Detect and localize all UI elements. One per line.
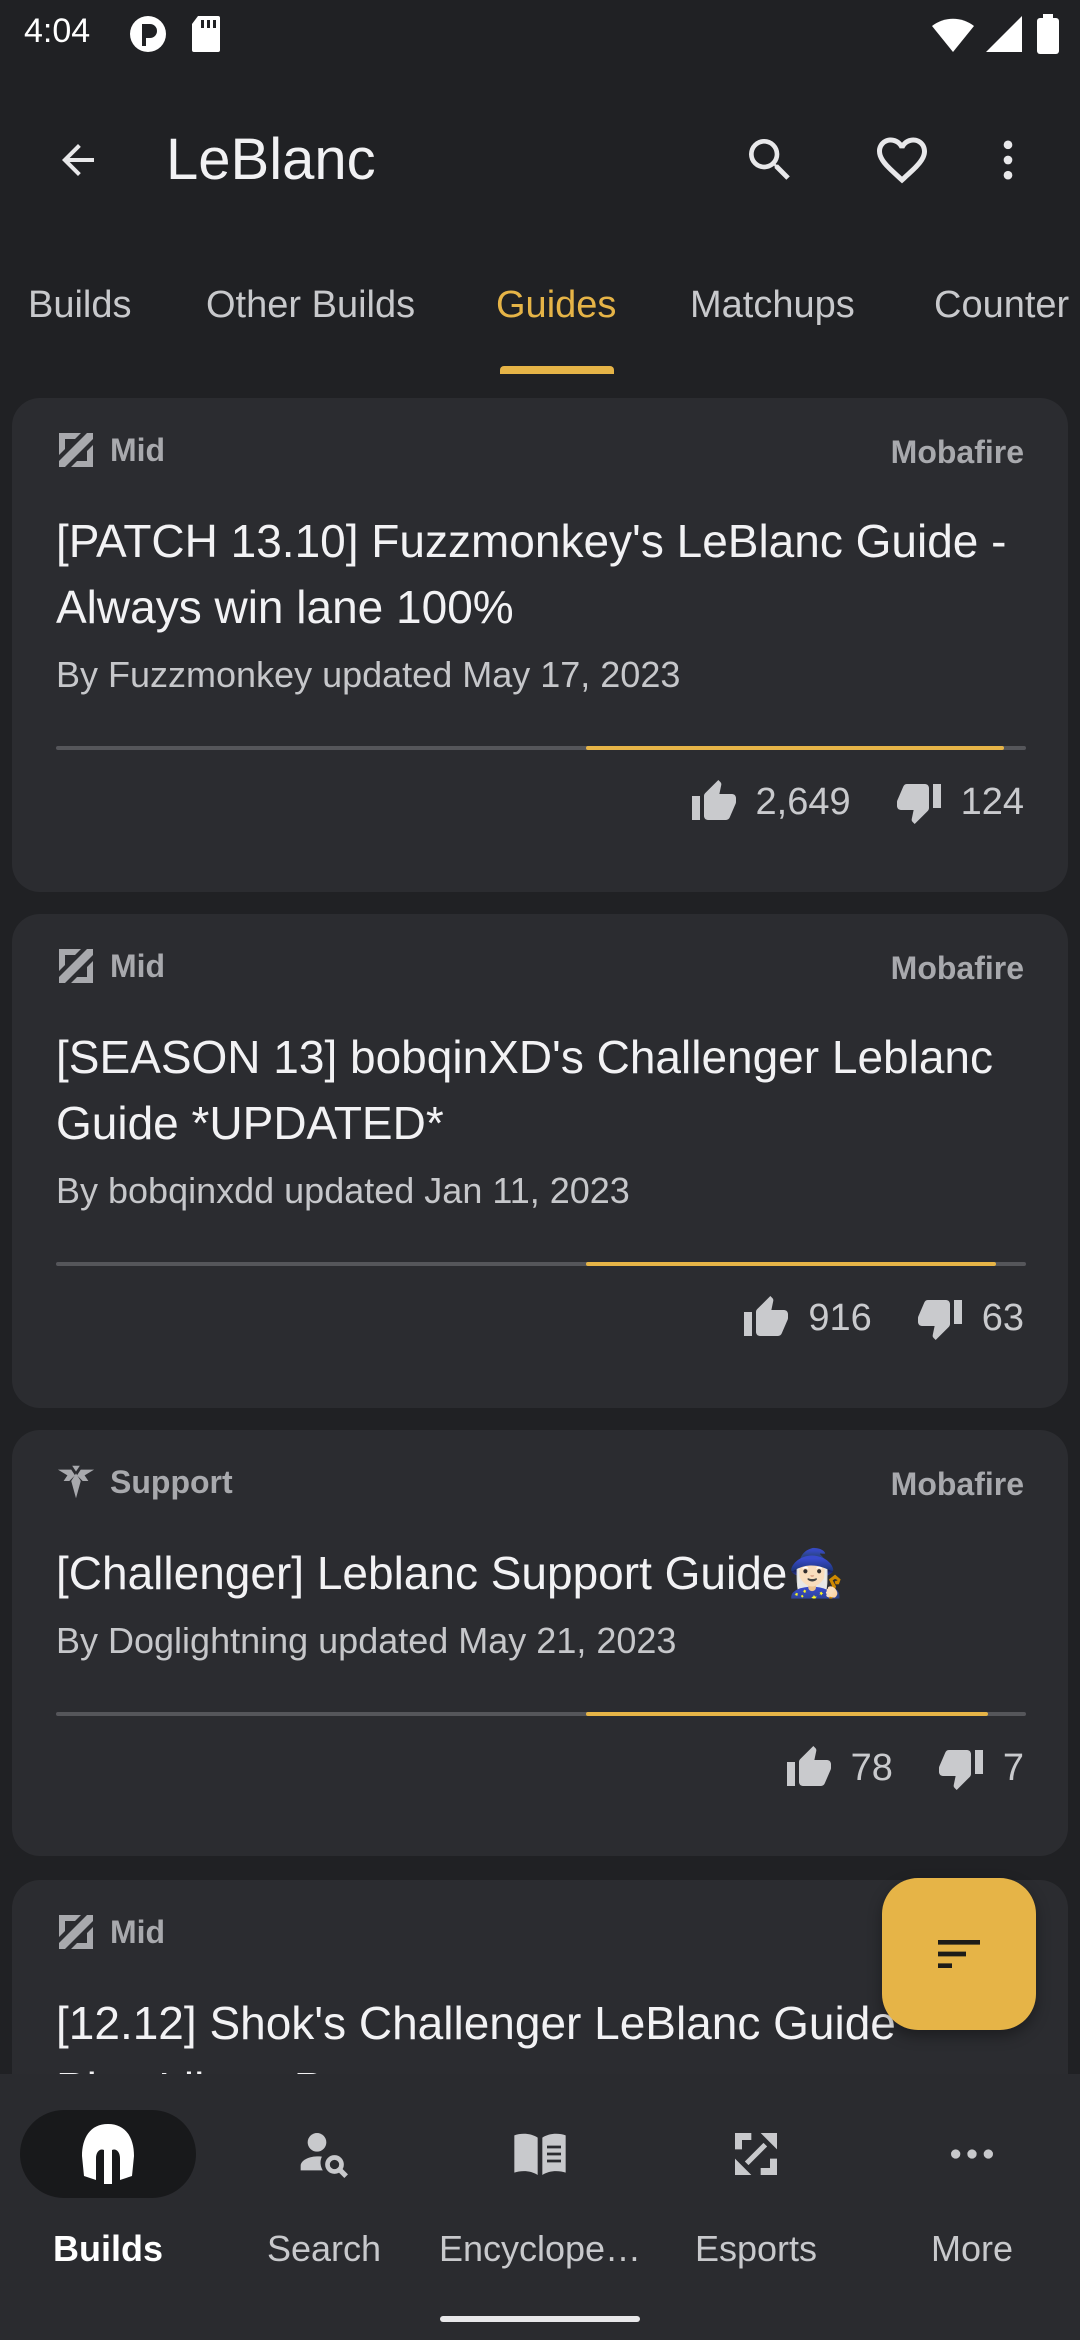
guide-author: By Fuzzmonkey updated May 17, 2023: [56, 654, 681, 695]
nav-item-search[interactable]: Search: [216, 2110, 432, 2290]
upvote-count: 78: [850, 1746, 893, 1789]
nav-label: More: [930, 2228, 1014, 2269]
search-button[interactable]: [732, 122, 808, 198]
guide-list: Mid Mobafire [PATCH 13.10] Fuzzmonkey's …: [0, 398, 1080, 2074]
book-icon: [500, 2118, 580, 2190]
rating-bar-fill: [586, 1262, 996, 1266]
nav-label: Search: [266, 2228, 382, 2269]
esports-icon: [716, 2118, 796, 2190]
wifi-icon: [930, 14, 976, 59]
guide-role: Mid: [56, 944, 165, 988]
guide-role: Mid: [56, 428, 165, 472]
person-search-icon: [284, 2118, 364, 2190]
thumb-up-icon[interactable]: [785, 1744, 833, 1792]
vote-counts: 916 63: [742, 1290, 1024, 1346]
tab-bar: Builds Other Builds Guides Matchups Coun…: [0, 270, 1080, 374]
source-label: Mobafire: [890, 1466, 1024, 1502]
overflow-menu-button[interactable]: [982, 122, 1034, 198]
guide-author: By bobqinxdd updated Jan 11, 2023: [56, 1170, 630, 1211]
nav-label: Encyclope…: [438, 2228, 642, 2269]
guide-title: [PATCH 13.10] Fuzzmonkey's LeBlanc Guide…: [56, 515, 1007, 633]
thumb-down-icon[interactable]: [916, 1294, 964, 1342]
rating-bar-fill: [586, 1712, 988, 1716]
thumb-down-icon[interactable]: [895, 778, 943, 826]
signal-icon: [984, 14, 1024, 59]
rating-bar: [56, 1262, 1026, 1266]
downvote-count: 7: [1002, 1746, 1024, 1789]
search-icon: [749, 139, 790, 180]
more-vert-icon: [1003, 140, 1013, 180]
tab-guides[interactable]: Guides: [496, 284, 616, 327]
app-bar: LeBlanc: [0, 90, 1080, 220]
helmet-icon: [68, 2118, 148, 2190]
nav-item-encyclopedia[interactable]: Encyclope…: [432, 2110, 648, 2290]
source-label: Mobafire: [890, 434, 1024, 470]
guide-card[interactable]: Support Mobafire [Challenger] Leblanc Su…: [12, 1430, 1068, 1856]
more-horiz-icon: [932, 2118, 1012, 2190]
mid-lane-icon: [56, 1912, 96, 1952]
role-label: Mid: [110, 431, 166, 468]
vote-counts: 78 7: [785, 1740, 1024, 1796]
bottom-navigation: Builds Search Encyclope… Esports More: [0, 2074, 1080, 2340]
thumb-up-icon[interactable]: [742, 1294, 790, 1342]
mid-lane-icon: [56, 430, 96, 470]
nav-item-esports[interactable]: Esports: [648, 2110, 864, 2290]
guide-title: [Challenger] Leblanc Support Guide🧙🏻‍♀️: [56, 1547, 845, 1599]
guide-title: [12.12] Shok's Challenger LeBlanc Guide …: [56, 1997, 924, 2074]
sort-filter-icon: [938, 1940, 980, 1968]
nav-item-builds[interactable]: Builds: [0, 2110, 216, 2290]
thumb-up-icon[interactable]: [690, 778, 738, 826]
role-label: Mid: [110, 1913, 166, 1950]
guide-card[interactable]: Mid Mobafire [PATCH 13.10] Fuzzmonkey's …: [12, 398, 1068, 892]
sd-card-icon: [190, 14, 222, 59]
home-indicator[interactable]: [440, 2316, 640, 2322]
favorite-button[interactable]: [864, 122, 940, 198]
nav-label: Esports: [694, 2228, 818, 2269]
downvote-count: 63: [981, 1296, 1024, 1339]
heart-outline-icon: [877, 137, 927, 184]
tab-builds[interactable]: Builds: [28, 284, 132, 327]
role-label: Mid: [110, 947, 166, 984]
thumb-down-icon[interactable]: [937, 1744, 985, 1792]
guide-card[interactable]: Mid Mobafire [SEASON 13] bobqinXD's Chal…: [12, 914, 1068, 1408]
rating-bar: [56, 1712, 1026, 1716]
sort-filter-button[interactable]: [882, 1878, 1036, 2030]
rating-bar-fill: [586, 746, 1004, 750]
arrow-left-icon: [62, 144, 94, 176]
page-title: LeBlanc: [166, 127, 376, 192]
source-label: Mobafire: [890, 950, 1024, 986]
guide-author: By Doglightning updated May 21, 2023: [56, 1620, 677, 1661]
guide-title: [SEASON 13] bobqinXD's Challenger Leblan…: [56, 1031, 994, 1149]
app-notification-icon: [128, 14, 168, 59]
back-button[interactable]: [40, 122, 116, 198]
guide-role: Support: [56, 1460, 233, 1504]
tab-matchups[interactable]: Matchups: [690, 284, 855, 327]
tab-counter[interactable]: Counter: [934, 284, 1069, 327]
nav-item-more[interactable]: More: [864, 2110, 1080, 2290]
upvote-count: 2,649: [755, 780, 851, 823]
rating-bar: [56, 746, 1026, 750]
vote-counts: 2,649 124: [690, 774, 1024, 830]
status-time: 4:04: [24, 12, 91, 50]
role-label: Support: [110, 1463, 233, 1500]
guide-role: Mid: [56, 1910, 165, 1954]
downvote-count: 124: [960, 780, 1024, 823]
tab-other-builds[interactable]: Other Builds: [206, 284, 415, 327]
upvote-count: 916: [808, 1296, 872, 1339]
battery-icon: [1036, 14, 1060, 59]
support-icon: [56, 1462, 96, 1502]
status-bar: 4:04: [0, 0, 1080, 66]
active-tab-indicator: [500, 366, 614, 374]
nav-label: Builds: [52, 2228, 163, 2269]
mid-lane-icon: [56, 946, 96, 986]
